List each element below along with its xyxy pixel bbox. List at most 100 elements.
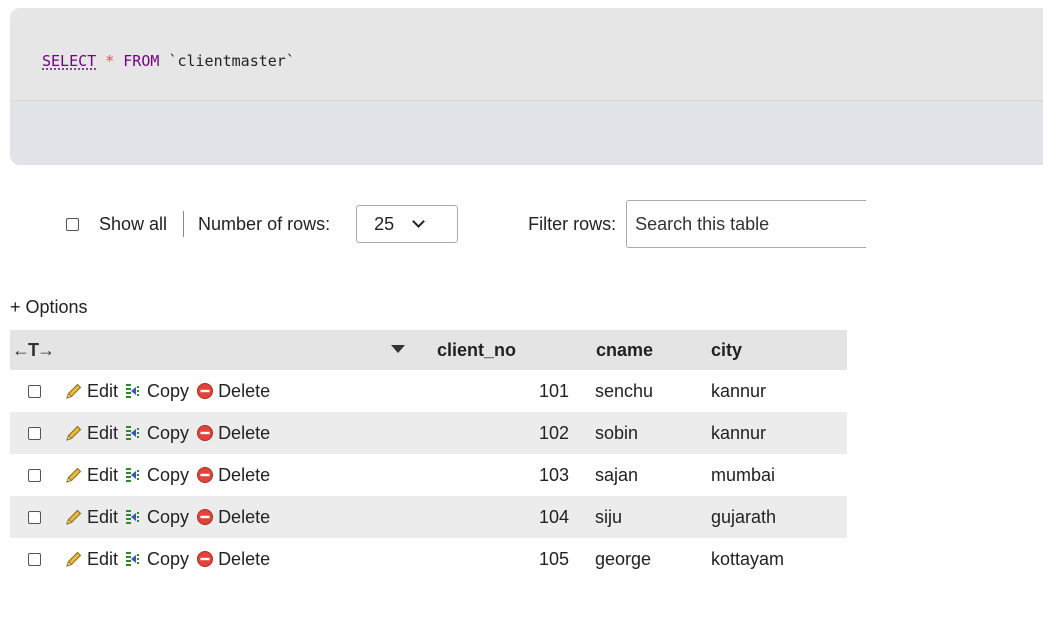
edit-button[interactable]: Edit [65,423,118,444]
edit-button[interactable]: Edit [65,465,118,486]
sql-query-footer [10,101,1043,165]
edit-label: Edit [87,548,119,569]
sql-table-name: `clientmaster` [168,52,295,70]
cell-city[interactable]: mumbai [709,454,847,496]
delete-label: Delete [218,548,271,569]
cell-cname[interactable]: sajan [586,454,709,496]
rows-count-label: Number of rows: [198,213,331,234]
row-checkbox[interactable] [28,510,41,524]
edit-label: Edit [87,422,119,443]
rows-count-value: 25 [374,213,395,234]
cell-city[interactable]: kannur [709,412,847,454]
row-checkbox[interactable] [28,552,41,566]
copy-button[interactable]: Copy [125,381,189,402]
chevron-down-icon [412,215,425,228]
delete-label: Delete [218,506,271,527]
copy-label: Copy [147,548,190,569]
row-actions-cell: Edit Copy Delete [10,538,420,580]
copy-label: Copy [147,422,190,443]
delete-circle-icon [197,509,214,525]
row-actions-cell: Edit Copy Delete [10,454,420,496]
copy-button[interactable]: Copy [125,549,189,570]
delete-button[interactable]: Delete [196,549,270,570]
row-actions-cell: Edit Copy Delete [10,496,420,538]
row-actions-cell: Edit Copy Delete [10,412,420,454]
table-row-5: Edit Copy Delete 105 george kottayam [10,538,847,580]
delete-circle-icon [197,467,214,483]
copy-columns-icon [126,552,140,566]
copy-label: Copy [147,464,190,485]
cell-client-no[interactable]: 103 [420,454,586,496]
delete-circle-icon [197,425,214,441]
sql-keyword-from: FROM [123,52,160,70]
table-row-2: Edit Copy Delete 102 sobin kannur [10,412,847,454]
pencil-icon [66,383,82,399]
sql-star: * [105,52,115,70]
delete-circle-icon [197,383,214,399]
table-controls: Show all Number of rows: 25 Filter rows: [66,200,1043,248]
column-header-city[interactable]: city [709,330,847,370]
copy-label: Copy [147,506,190,527]
cell-client-no[interactable]: 104 [420,496,586,538]
cell-cname[interactable]: senchu [586,370,709,412]
table-row-4: Edit Copy Delete 104 siju gujarath [10,496,847,538]
edit-label: Edit [87,464,119,485]
cell-city[interactable]: kottayam [709,538,847,580]
pencil-icon [66,551,82,567]
filter-rows-label: Filter rows: [528,213,617,234]
table-row-3: Edit Copy Delete 103 sajan mumbai [10,454,847,496]
copy-label: Copy [147,380,190,401]
rows-count-select[interactable]: 25 [356,205,459,243]
edit-button[interactable]: Edit [65,549,118,570]
copy-columns-icon [126,510,140,524]
edit-button[interactable]: Edit [65,381,118,402]
delete-label: Delete [218,464,271,485]
pencil-icon [66,467,82,483]
delete-button[interactable]: Delete [196,381,270,402]
delete-circle-icon [197,551,214,567]
cell-client-no[interactable]: 105 [420,538,586,580]
copy-button[interactable]: Copy [125,465,189,486]
copy-columns-icon [126,384,140,398]
column-nav-header: ←T→ [10,330,420,370]
edit-label: Edit [87,506,119,527]
pencil-icon [66,509,82,525]
cell-cname[interactable]: siju [586,496,709,538]
edit-button[interactable]: Edit [65,507,118,528]
results-table: ←T→ client_no cname city Edit Copy Delet… [10,330,847,580]
controls-separator [183,211,185,237]
row-checkbox[interactable] [28,426,41,440]
delete-button[interactable]: Delete [196,507,270,528]
column-resize-arrows-icon[interactable]: ←T→ [10,340,55,360]
column-header-client-no[interactable]: client_no [420,330,586,370]
delete-button[interactable]: Delete [196,423,270,444]
cell-client-no[interactable]: 101 [420,370,586,412]
delete-button[interactable]: Delete [196,465,270,486]
show-all-label[interactable]: Show all [99,214,167,235]
table-row-1: Edit Copy Delete 101 senchu kannur [10,370,847,412]
pencil-icon [66,425,82,441]
delete-label: Delete [218,380,271,401]
row-checkbox[interactable] [28,468,41,482]
copy-button[interactable]: Copy [125,507,189,528]
sort-down-triangle-icon[interactable] [391,345,405,353]
show-all-checkbox[interactable] [66,217,79,231]
copy-button[interactable]: Copy [125,423,189,444]
table-header-row: ←T→ client_no cname city [10,330,847,370]
copy-columns-icon [126,468,140,482]
sql-keyword-select[interactable]: SELECT [42,52,96,70]
edit-label: Edit [87,380,119,401]
sql-query-box: SELECT * FROM `clientmaster` [10,8,1043,165]
cell-cname[interactable]: george [586,538,709,580]
column-header-cname[interactable]: cname [586,330,709,370]
row-checkbox[interactable] [28,384,41,398]
search-table-input[interactable] [626,200,867,248]
cell-client-no[interactable]: 102 [420,412,586,454]
options-link[interactable]: + Options [10,297,88,318]
delete-label: Delete [218,422,271,443]
cell-cname[interactable]: sobin [586,412,709,454]
row-actions-cell: Edit Copy Delete [10,370,420,412]
cell-city[interactable]: kannur [709,370,847,412]
cell-city[interactable]: gujarath [709,496,847,538]
sql-query-text[interactable]: SELECT * FROM `clientmaster` [42,52,295,70]
